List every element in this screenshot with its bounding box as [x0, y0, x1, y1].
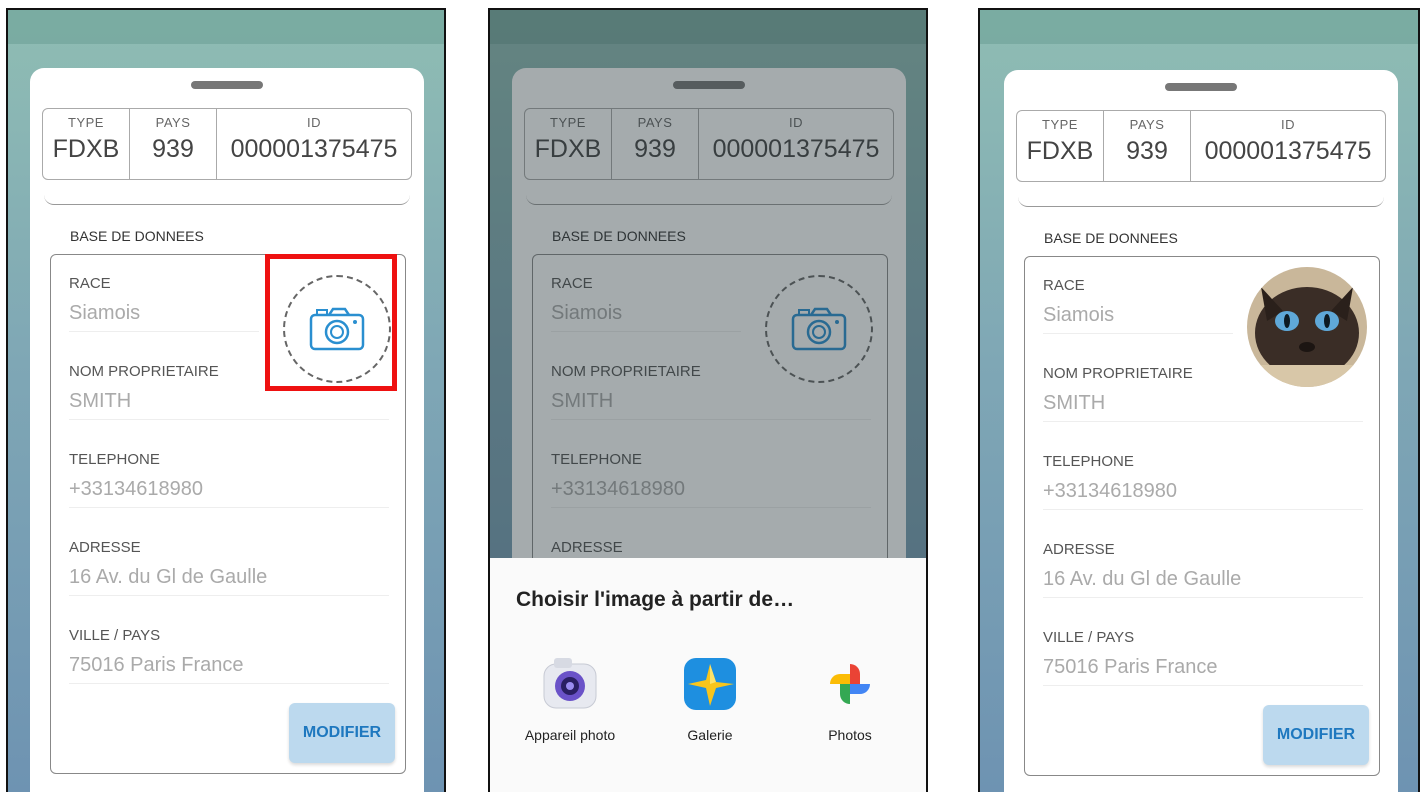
pays-value: 939: [152, 135, 194, 163]
pays-cell: PAYS 939: [130, 109, 217, 179]
section-title: BASE DE DONNEES: [1044, 230, 1178, 246]
field-value[interactable]: 16 Av. du Gl de Gaulle: [1043, 568, 1363, 598]
type-label: TYPE: [1042, 117, 1078, 132]
app-label: Galerie: [687, 727, 733, 743]
drag-handle[interactable]: [1165, 83, 1237, 91]
pet-photo[interactable]: [1247, 267, 1367, 387]
id-label: ID: [1281, 117, 1295, 132]
field-label: TELEPHONE: [1043, 453, 1134, 470]
modify-button[interactable]: MODIFIER: [289, 703, 395, 763]
record-card: TYPE FDXB PAYS 939 ID 000001375475 BASE …: [30, 68, 424, 792]
status-band: [980, 10, 1418, 44]
type-cell: TYPE FDXB: [1017, 111, 1104, 181]
type-cell: TYPE FDXB: [43, 109, 130, 179]
field-city: VILLE / PAYS 75016 Paris France: [1043, 629, 1363, 686]
drag-handle[interactable]: [191, 81, 263, 89]
field-address: ADRESSE 16 Av. du Gl de Gaulle: [69, 539, 389, 596]
divider: [1018, 188, 1384, 207]
id-cell: ID 000001375475: [217, 109, 411, 179]
id-cell: ID 000001375475: [1191, 111, 1385, 181]
field-phone: TELEPHONE +33134618980: [69, 451, 389, 508]
field-value[interactable]: 75016 Paris France: [1043, 656, 1363, 686]
field-value[interactable]: SMITH: [69, 390, 389, 420]
id-label: ID: [307, 115, 321, 130]
dim-overlay[interactable]: [490, 10, 926, 558]
field-value[interactable]: 75016 Paris France: [69, 654, 389, 684]
image-source-sheet: Choisir l'image à partir de… Appareil ph…: [490, 558, 926, 792]
app-photos[interactable]: Photos: [790, 654, 910, 743]
pays-label: PAYS: [1129, 117, 1165, 132]
pays-value: 939: [1126, 137, 1168, 165]
section-title: BASE DE DONNEES: [70, 228, 204, 244]
field-value[interactable]: SMITH: [1043, 392, 1363, 422]
field-address: ADRESSE 16 Av. du Gl de Gaulle: [1043, 541, 1363, 598]
id-box: TYPE FDXB PAYS 939 ID 000001375475: [1016, 110, 1386, 182]
field-value[interactable]: Siamois: [1043, 304, 1233, 334]
gallery-app-icon: [684, 658, 736, 710]
field-label: VILLE / PAYS: [69, 627, 161, 644]
record-card: TYPE FDXB PAYS 939 ID 000001375475 BASE …: [1004, 70, 1398, 792]
pays-cell: PAYS 939: [1104, 111, 1191, 181]
field-value[interactable]: +33134618980: [1043, 480, 1363, 510]
field-value[interactable]: +33134618980: [69, 478, 389, 508]
field-phone: TELEPHONE +33134618980: [1043, 453, 1363, 510]
type-value: FDXB: [1026, 137, 1094, 165]
highlight-box: [265, 254, 397, 391]
id-value: 000001375475: [230, 135, 398, 163]
app-label: Photos: [828, 727, 872, 743]
id-box: TYPE FDXB PAYS 939 ID 000001375475: [42, 108, 412, 180]
type-label: TYPE: [68, 115, 104, 130]
field-label: ADRESSE: [69, 539, 141, 556]
cat-photo-image: [1247, 267, 1367, 387]
app-label: Appareil photo: [524, 727, 616, 743]
phone-panel-2: TYPE FDXB PAYS 939 ID 000001375475 BASE …: [488, 8, 928, 792]
phone-panel-1: TYPE FDXB PAYS 939 ID 000001375475 BASE …: [6, 8, 446, 792]
camera-app-icon: [543, 658, 597, 709]
database-box: RACE Siamois NOM PROPRIETAIRE SMITH TELE…: [1024, 256, 1380, 776]
divider: [44, 186, 410, 205]
pays-label: PAYS: [155, 115, 191, 130]
sheet-title: Choisir l'image à partir de…: [516, 588, 795, 611]
field-label: VILLE / PAYS: [1043, 629, 1135, 646]
type-value: FDXB: [52, 135, 120, 163]
field-label: TELEPHONE: [69, 451, 160, 468]
modify-button[interactable]: MODIFIER: [1263, 705, 1369, 765]
field-city: VILLE / PAYS 75016 Paris France: [69, 627, 389, 684]
id-value: 000001375475: [1204, 137, 1372, 165]
status-band: [8, 10, 444, 44]
phone-panel-3: TYPE FDXB PAYS 939 ID 000001375475 BASE …: [978, 8, 1420, 792]
field-label: ADRESSE: [1043, 541, 1115, 558]
photos-app-icon: [830, 664, 870, 704]
field-value[interactable]: Siamois: [69, 302, 259, 332]
field-value[interactable]: 16 Av. du Gl de Gaulle: [69, 566, 389, 596]
app-camera[interactable]: Appareil photo: [510, 654, 630, 743]
app-gallery[interactable]: Galerie: [650, 654, 770, 743]
